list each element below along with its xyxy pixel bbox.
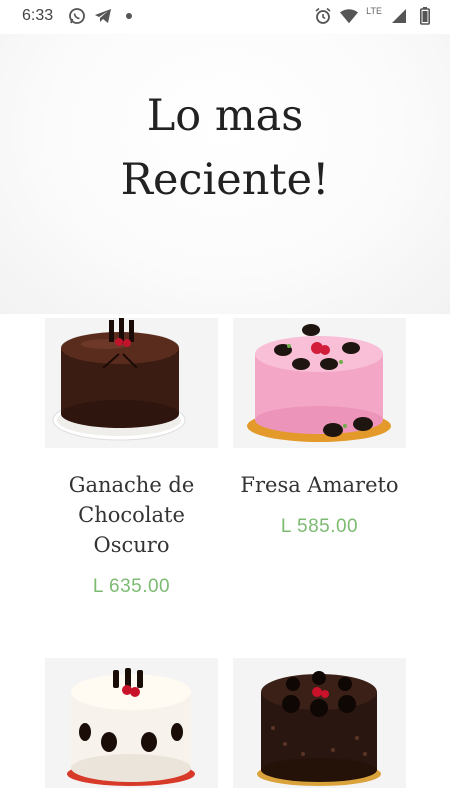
alarm-icon <box>314 6 332 26</box>
status-bar: 6:33 LTE <box>0 0 450 34</box>
title-line-2: Reciente! <box>120 155 330 205</box>
notification-icons <box>68 6 138 26</box>
battery-icon <box>416 6 434 26</box>
white-cake-chocolate-decor-image[interactable] <box>45 658 218 788</box>
product-card-ganache[interactable]: Ganache de Chocolate Oscuro L 635.00 <box>45 318 218 598</box>
telegram-icon <box>94 6 112 26</box>
dot-icon <box>120 6 138 26</box>
whatsapp-icon <box>68 6 86 26</box>
system-icons: LTE <box>314 6 434 26</box>
product-price: L 635.00 <box>92 576 171 597</box>
product-name[interactable]: Fresa Amareto <box>233 470 406 500</box>
product-price: L 585.00 <box>280 516 359 537</box>
page-title: Lo mas Reciente! <box>0 84 450 212</box>
chocolate-shaving-cake-image[interactable] <box>233 658 406 788</box>
product-card-3[interactable] <box>45 658 218 788</box>
status-time: 6:33 <box>22 7 54 24</box>
product-name[interactable]: Ganache de Chocolate Oscuro <box>45 470 218 560</box>
chocolate-ganache-cake-image[interactable] <box>45 318 218 448</box>
pink-strawberry-cake-image[interactable] <box>233 318 406 448</box>
product-card-4[interactable] <box>233 658 406 788</box>
network-type: LTE <box>366 6 382 16</box>
product-card-fresa[interactable]: Fresa Amareto L 585.00 <box>233 318 406 538</box>
signal-icon <box>390 6 408 26</box>
title-line-1: Lo mas <box>146 91 304 141</box>
wifi-icon <box>340 6 359 26</box>
